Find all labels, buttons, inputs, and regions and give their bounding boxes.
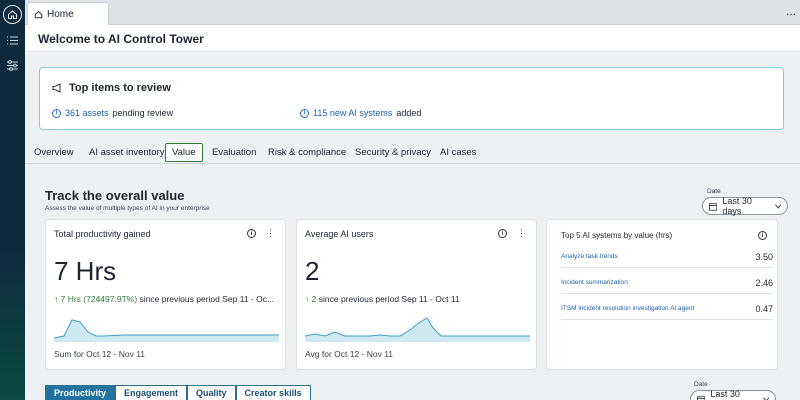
system-name[interactable]: ITSM incident resolution investigation A… <box>561 305 694 312</box>
info-icon: i <box>52 108 61 118</box>
sparkline-chart <box>305 317 530 342</box>
card-title: Average AI users <box>305 229 374 239</box>
info-icon[interactable]: i <box>758 231 767 240</box>
calendar-icon <box>697 395 706 400</box>
system-name[interactable]: Analyze task trends <box>561 253 618 260</box>
left-nav-rail <box>0 0 25 400</box>
date-range-select[interactable]: Last 30 days <box>702 196 788 216</box>
info-icon[interactable]: i <box>498 229 507 238</box>
assets-link[interactable]: 361 assets <box>65 108 109 118</box>
review-title: Top items to review <box>52 82 171 94</box>
date-label: Date <box>694 381 708 388</box>
calendar-icon <box>709 202 718 211</box>
tab-label: Home <box>47 8 74 20</box>
review-item-assets: i 361 assets pending review <box>52 108 173 118</box>
list-item[interactable]: Analyze task trends 3.50 <box>561 246 773 268</box>
delta-value: 2 <box>311 294 317 304</box>
system-value: 3.50 <box>755 251 773 262</box>
home-icon <box>34 10 43 18</box>
tab-risk-compliance[interactable]: Risk & compliance <box>262 143 352 162</box>
chevron-down-icon <box>774 203 781 209</box>
tab-value[interactable]: Value <box>165 143 203 162</box>
ai-systems-text: added <box>396 108 422 118</box>
tab-productivity[interactable]: Productivity <box>45 385 116 400</box>
system-value: 0.47 <box>755 303 773 314</box>
list-item[interactable]: Incident summarization 2.46 <box>561 272 773 294</box>
tab-engagement[interactable]: Engagement <box>115 385 188 400</box>
assets-text: pending review <box>112 108 174 118</box>
ai-systems-link[interactable]: 115 new AI systems <box>313 108 392 118</box>
review-panel: Top items to review i 361 assets pending… <box>39 67 784 130</box>
tab-evaluation[interactable]: Evaluation <box>206 143 262 162</box>
browser-tab-bar: Home ... <box>25 0 800 25</box>
arrow-up-icon: ↑ <box>54 294 59 304</box>
delta-value: 7 Hrs (724497.9T%) <box>60 294 138 304</box>
megaphone-icon <box>52 83 61 93</box>
tab-ai-cases[interactable]: AI cases <box>434 143 482 162</box>
more-vertical-icon[interactable]: ⋮ <box>517 228 526 239</box>
section-tabs: Overview AI asset inventory Value Evalua… <box>25 143 800 164</box>
date-range-value: Last 30 days <box>710 389 740 400</box>
tab-quality[interactable]: Quality <box>187 385 236 400</box>
delta-text: since previous period Sep 11 - Oct 11 <box>318 294 460 304</box>
section-subtitle: Assess the value of multiple types of AI… <box>45 205 210 212</box>
info-icon[interactable]: i <box>247 229 256 238</box>
review-item-ai-systems: i 115 new AI systems added <box>300 108 421 118</box>
tab-overview[interactable]: Overview <box>28 143 80 162</box>
card-title: Top 5 AI systems by value (hrs) <box>561 231 673 240</box>
productivity-card: Total productivity gained i ⋮ 7 Hrs ↑ 7 … <box>45 219 286 370</box>
more-options-icon[interactable]: ... <box>786 4 796 18</box>
metric-value: 2 <box>305 256 320 286</box>
tab-home[interactable]: Home <box>27 2 109 25</box>
page-header: Welcome to AI Control Tower <box>25 25 800 52</box>
metric-delta: ↑ 7 Hrs (724497.9T%) since previous peri… <box>54 294 286 304</box>
section-title: Track the overall value <box>45 188 185 203</box>
sparkline-chart <box>54 319 279 342</box>
top-ai-systems-card: Top 5 AI systems by value (hrs) i Analyz… <box>546 219 778 370</box>
metric-delta: ↑ 2 since previous period Sep 11 - Oct 1… <box>305 294 537 304</box>
page-title: Welcome to AI Control Tower <box>38 32 204 46</box>
card-title: Total productivity gained <box>54 229 151 239</box>
tab-ai-asset-inventory[interactable]: AI asset inventory <box>83 143 171 162</box>
more-vertical-icon[interactable]: ⋮ <box>266 228 275 239</box>
date-label: Date <box>707 188 721 195</box>
metric-value: 7 Hrs <box>54 256 117 286</box>
system-value: 2.46 <box>755 277 773 288</box>
tab-security-privacy[interactable]: Security & privacy <box>349 143 437 162</box>
metric-footer: Avg for Oct 12 - Nov 11 <box>305 349 394 359</box>
average-users-card: Average AI users i ⋮ 2 ↑ 2 since previou… <box>296 219 537 370</box>
date-range-value: Last 30 days <box>722 196 752 216</box>
arrow-up-icon: ↑ <box>305 294 310 304</box>
bottom-tabs: Productivity Engagement Quality Creator … <box>45 385 311 400</box>
date-range-select[interactable]: Last 30 days <box>690 389 776 400</box>
list-icon[interactable] <box>6 34 19 47</box>
info-icon: i <box>300 108 309 118</box>
system-name[interactable]: Incident summarization <box>561 279 628 286</box>
list-item[interactable]: ITSM incident resolution investigation A… <box>561 298 773 320</box>
filter-sliders-icon[interactable] <box>6 59 19 72</box>
review-title-text: Top items to review <box>69 82 171 94</box>
home-icon[interactable] <box>3 5 22 24</box>
delta-text: since previous period Sep 11 - Oc... <box>139 294 275 304</box>
metric-footer: Sum for Oct 12 - Nov 11 <box>54 349 146 359</box>
chevron-down-icon <box>762 396 769 400</box>
tab-creator-skills[interactable]: Creator skills <box>235 385 311 400</box>
